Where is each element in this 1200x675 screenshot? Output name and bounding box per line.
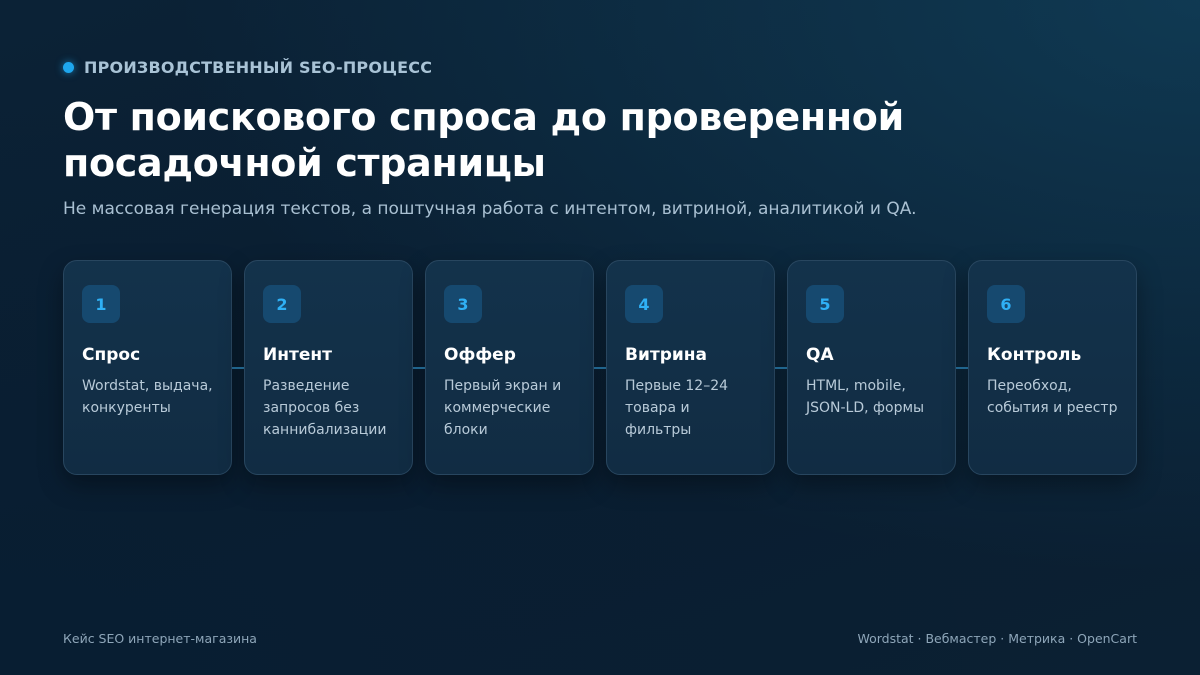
step-number-badge: 2 — [263, 285, 301, 323]
step-description: Wordstat, выдача, конкуренты — [82, 378, 213, 416]
step-title: QA — [806, 345, 834, 365]
process-steps: 1 Спрос Wordstat, выдача, конкуренты 2 И… — [63, 260, 1137, 475]
step-title: Контроль — [987, 345, 1082, 365]
step-description: HTML, mobile, JSON-LD, формы — [806, 378, 925, 416]
accent-dot-icon — [63, 62, 74, 73]
step-number-badge: 6 — [987, 285, 1025, 323]
eyebrow: ПРОИЗВОДСТВЕННЫЙ SEO-ПРОЦЕСС — [63, 58, 432, 77]
step-card-qa: 5 QA HTML, mobile, JSON-LD, формы — [787, 260, 956, 475]
eyebrow-label: ПРОИЗВОДСТВЕННЫЙ SEO-ПРОЦЕСС — [84, 58, 433, 77]
page-title: От поискового спроса до проверенной поса… — [63, 95, 904, 185]
step-title: Витрина — [625, 345, 708, 365]
step-description: Первый экран и коммерческие блоки — [444, 378, 562, 438]
step-number-badge: 5 — [806, 285, 844, 323]
step-card-demand: 1 Спрос Wordstat, выдача, конкуренты — [63, 260, 232, 475]
step-title: Оффер — [444, 345, 516, 365]
step-number-badge: 4 — [625, 285, 663, 323]
step-title: Спрос — [82, 345, 141, 365]
step-number-badge: 1 — [82, 285, 120, 323]
page-subtitle: Не массовая генерация текстов, а поштучн… — [63, 199, 917, 219]
step-card-showcase: 4 Витрина Первые 12–24 товара и фильтры — [606, 260, 775, 475]
step-description: Первые 12–24 товара и фильтры — [625, 378, 729, 438]
step-description: Разведение запросов без каннибализации — [263, 378, 387, 438]
step-title: Интент — [263, 345, 332, 365]
step-description: Переобход, события и реестр — [987, 378, 1118, 416]
footer-tools-list: Wordstat · Вебмастер · Метрика · OpenCar… — [857, 631, 1137, 646]
step-card-control: 6 Контроль Переобход, события и реестр — [968, 260, 1137, 475]
footer-case-label: Кейс SEO интернет-магазина — [63, 631, 257, 646]
step-card-offer: 3 Оффер Первый экран и коммерческие блок… — [425, 260, 594, 475]
step-card-intent: 2 Интент Разведение запросов без канниба… — [244, 260, 413, 475]
step-number-badge: 3 — [444, 285, 482, 323]
